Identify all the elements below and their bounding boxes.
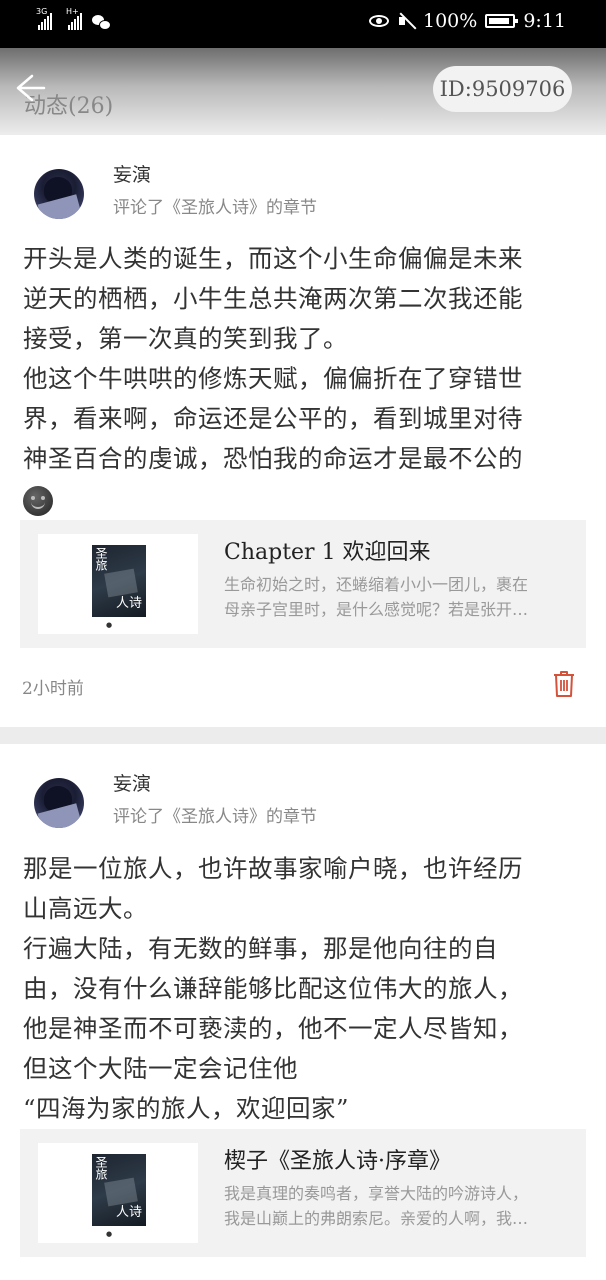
action-text: 评论了《圣旅人诗》的章节 [113, 807, 317, 827]
chapter-link-card[interactable]: 圣旅 人诗 ● Chapter 1 欢迎回来 生命初始之时，还蜷缩着小小一团儿，… [20, 520, 586, 648]
cover-image: 圣旅 人诗 [92, 1154, 146, 1226]
comment-line: 但这个大陆一定会记住他 [23, 1054, 298, 1083]
cover-title: 圣旅 [94, 1156, 108, 1180]
header: 动态(26) ID:9509706 [0, 48, 606, 134]
comment-line: 界，看来啊，命运还是公平的，看到城里对待 [23, 404, 523, 433]
comment-line: 山高远大。 [23, 894, 148, 923]
comment-line: 他这个牛哄哄的修炼天赋，偏偏折在了穿错世 [23, 364, 523, 393]
cover-title: 圣旅 [94, 547, 108, 571]
comment-line: 由，没有什么谦辞能够比配这位伟大的旅人， [23, 974, 523, 1003]
comment-line: 行遍大陆，有无数的鲜事，那是他向往的自 [23, 934, 498, 963]
signal-hplus-icon: H+ [66, 8, 82, 30]
user-name[interactable]: 妄演 [113, 769, 151, 796]
comment-line: 那是一位旅人，也许故事家喻户晓，也许经历 [23, 854, 523, 883]
comment-text: 开头是人类的诞生，而这个小生命偏偏是未来 逆天的栖栖，小牛生总共淹两次第二次我还… [23, 239, 583, 519]
excerpt-line: 我是山巅上的弗朗索尼。亲爱的人啊，我… [224, 1209, 529, 1228]
back-arrow-icon[interactable] [10, 70, 46, 106]
chapter-excerpt: 我是真理的奏鸣者，享誉大陆的吟游诗人， 我是山巅上的弗朗索尼。亲爱的人啊，我… [224, 1181, 580, 1231]
wechat-icon [92, 14, 112, 30]
book-cover: 圣旅 人诗 ● [38, 1143, 198, 1243]
smiley-dark-icon [23, 485, 53, 516]
user-id-badge: ID:9509706 [433, 66, 572, 112]
battery-percent: 100% [423, 10, 478, 32]
cover-subtitle: 人诗 [115, 1205, 142, 1220]
mute-icon [397, 12, 415, 30]
comment-line: “四海为家的旅人，欢迎回家” [23, 1094, 350, 1123]
status-bar: 3G H+ 100% 9:11 [0, 0, 606, 48]
chapter-link-card[interactable]: 圣旅 人诗 ● 楔子《圣旅人诗·序章》 我是真理的奏鸣者，享誉大陆的吟游诗人， … [20, 1129, 586, 1257]
avatar[interactable] [34, 778, 84, 828]
trash-icon[interactable] [553, 670, 575, 698]
comment-text: 那是一位旅人，也许故事家喻户晓，也许经历 山高远大。 行遍大陆，有无数的鲜事，那… [23, 849, 583, 1129]
action-text: 评论了《圣旅人诗》的章节 [113, 198, 317, 218]
excerpt-line: 生命初始之时，还蜷缩着小小一团儿，裹在 [224, 575, 529, 594]
network-type-label: H+ [66, 7, 79, 16]
user-name[interactable]: 妄演 [113, 160, 151, 187]
activity-card: 妄演 评论了《圣旅人诗》的章节 那是一位旅人，也许故事家喻户晓，也许经历 山高远… [0, 744, 606, 1280]
comment-line: 神圣百合的虔诚，恐怕我的命运才是最不公的 [23, 444, 523, 473]
comment-line: 他是神圣而不可亵渎的，他不一定人尽皆知， [23, 1014, 523, 1043]
network-type-label: 3G [36, 7, 48, 16]
excerpt-line: 我是真理的奏鸣者，享誉大陆的吟游诗人， [224, 1184, 529, 1203]
battery-icon [485, 14, 519, 28]
post-time: 2小时前 [22, 679, 84, 699]
comment-line: 逆天的栖栖，小牛生总共淹两次第二次我还能 [23, 284, 523, 313]
chapter-excerpt: 生命初始之时，还蜷缩着小小一团儿，裹在 母亲子宫里时，是什么感觉呢？若是张开… [224, 572, 580, 622]
eye-icon [369, 15, 389, 27]
publisher-logo: ● [106, 1230, 113, 1238]
book-cover: 圣旅 人诗 ● [38, 534, 198, 634]
cover-subtitle: 人诗 [115, 596, 142, 611]
chapter-title: 楔子《圣旅人诗·序章》 [224, 1149, 451, 1174]
status-right: 100% 9:11 [369, 10, 566, 32]
comment-line: 开头是人类的诞生，而这个小生命偏偏是未来 [23, 244, 523, 273]
avatar[interactable] [34, 169, 84, 219]
activity-card: 妄演 评论了《圣旅人诗》的章节 开头是人类的诞生，而这个小生命偏偏是未来 逆天的… [0, 135, 606, 727]
cover-image: 圣旅 人诗 [92, 545, 146, 617]
publisher-logo: ● [106, 621, 113, 629]
chapter-title: Chapter 1 欢迎回来 [224, 540, 431, 565]
clock: 9:11 [523, 10, 566, 32]
signal-indicators: 3G H+ [36, 8, 112, 30]
comment-line: 接受，第一次真的笑到我了。 [23, 324, 348, 353]
signal-3g-icon: 3G [36, 8, 52, 30]
excerpt-line: 母亲子宫里时，是什么感觉呢？若是张开… [224, 600, 529, 619]
